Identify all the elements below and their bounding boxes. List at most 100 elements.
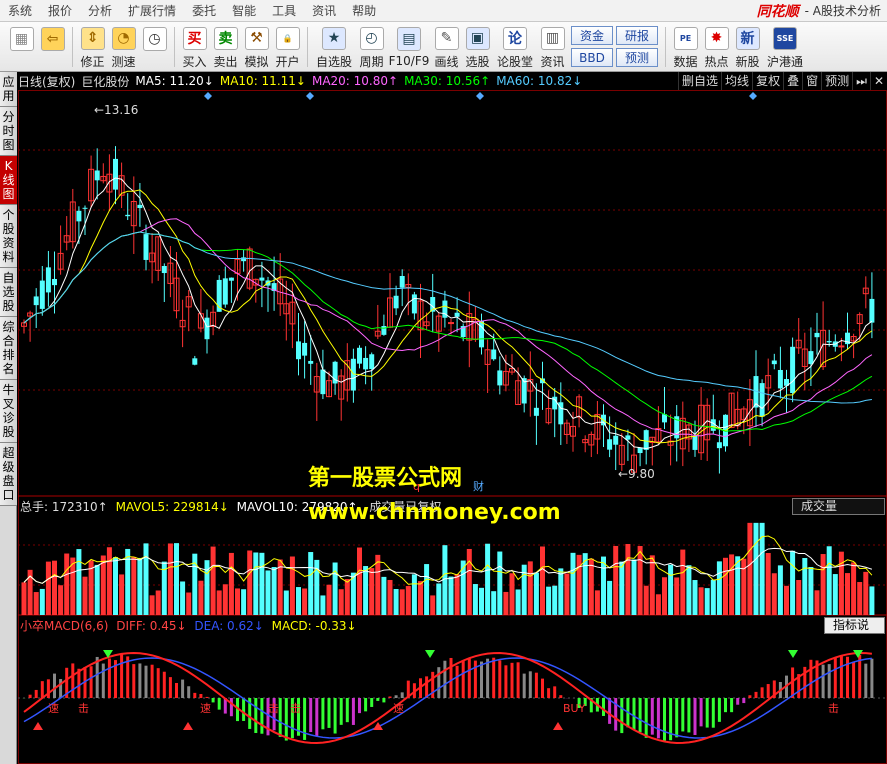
menu-item-2[interactable]: 分析 xyxy=(80,0,120,22)
chart-right-button-2[interactable]: 复权 xyxy=(752,72,783,90)
side-tab-3[interactable]: 个股资料 xyxy=(0,205,17,268)
toolbar-button-1[interactable]: ⇦ xyxy=(37,24,68,70)
candle-down xyxy=(94,170,100,181)
chart-right-button-6[interactable]: ⏭ xyxy=(852,72,870,90)
macd-bar xyxy=(449,657,453,698)
toolbar-button-17[interactable]: ✸ 热点 xyxy=(701,24,732,70)
chart-right-button-0[interactable]: 删自选 xyxy=(678,72,721,90)
volume-bar xyxy=(119,574,125,615)
volume-bar xyxy=(436,583,442,615)
side-tab-1[interactable]: 分时图 xyxy=(0,107,17,156)
menu-item-5[interactable]: 智能 xyxy=(224,0,264,22)
volume-bar xyxy=(863,571,869,615)
volume-bar xyxy=(594,590,600,615)
toolbar-button-4[interactable]: ◷ xyxy=(139,24,170,70)
chart-right-button-7[interactable]: ✕ xyxy=(869,72,887,90)
menu-item-6[interactable]: 工具 xyxy=(264,0,304,22)
side-tab-2[interactable]: K线图 xyxy=(0,156,17,205)
macd-bar xyxy=(461,660,465,698)
toolbar-button-18[interactable]: 新新股 xyxy=(732,24,763,70)
macd-bar xyxy=(175,683,178,698)
menu-item-4[interactable]: 委托 xyxy=(184,0,224,22)
indicator-help-button[interactable]: 指标说明 xyxy=(824,617,885,647)
toolbar-button-14[interactable]: 论论股堂 xyxy=(493,24,537,70)
volume-bar xyxy=(479,587,484,615)
macd-bar xyxy=(95,656,99,698)
chart-right-button-1[interactable]: 均线 xyxy=(721,72,752,90)
volume-bar xyxy=(167,543,173,615)
menu-item-3[interactable]: 扩展行情 xyxy=(120,0,184,22)
toolbar-button-6[interactable]: 卖卖出 xyxy=(210,24,241,70)
toolbar-button-7[interactable]: ⚒ 模拟 xyxy=(241,24,272,70)
volume-bar xyxy=(210,546,216,615)
sell-arrow-icon xyxy=(425,650,435,658)
ma-label-2: MA20: 10.80↑ xyxy=(311,74,399,88)
toolbar-button-13[interactable]: ▣ 选股 xyxy=(462,24,493,70)
toolbar-button-2[interactable]: ⇕ 修正 xyxy=(77,24,108,70)
side-tab-5[interactable]: 综合排名 xyxy=(0,317,17,380)
toolbar-box-资金[interactable]: 资金 xyxy=(571,26,613,45)
toolbar-button-16[interactable]: PE 数据 xyxy=(670,24,701,70)
volume-bar xyxy=(363,566,369,615)
toolbar-button-12[interactable]: ✎ 画线 xyxy=(431,24,462,70)
macd-diff: DIFF: 0.45↓ xyxy=(116,619,187,633)
macd-bar xyxy=(864,663,868,698)
kline-chart[interactable]: ←13.16←9.80q 财速击速击击速 BUY 击 xyxy=(18,90,887,764)
side-tab-4[interactable]: 自选股 xyxy=(0,268,17,317)
toolbar-button-0[interactable]: ▦ xyxy=(6,24,37,70)
toolbar-button-9[interactable]: ★ 自选股 xyxy=(312,24,356,70)
star-icon: ★ xyxy=(322,26,346,50)
hkex-icon: SSE xyxy=(773,26,797,50)
volume-bar xyxy=(216,590,222,615)
volume-bar xyxy=(381,576,387,615)
menu-item-0[interactable]: 系统 xyxy=(0,0,40,22)
sell-arrow-icon xyxy=(788,650,798,658)
toolbar-button-5[interactable]: 买买入 xyxy=(179,24,210,70)
candle-down xyxy=(33,296,39,306)
hammer-icon: ⚒ xyxy=(244,26,269,50)
macd-bar xyxy=(632,698,636,730)
volume-bar xyxy=(601,556,606,615)
toolbar-button-11[interactable]: ▤ F10/F9 xyxy=(387,24,431,70)
toolbar-button-8[interactable]: 🔒 开户 xyxy=(272,24,303,70)
volume-selector[interactable]: 成交量 xyxy=(792,498,885,515)
volume-bar xyxy=(832,574,838,615)
macd-name: 小卒MACD(6,6) xyxy=(20,619,109,633)
toolbar-box-研报[interactable]: 研报 xyxy=(616,26,658,45)
period-label[interactable]: 日线(复权) xyxy=(18,73,75,90)
toolbar-box-BBD[interactable]: BBD xyxy=(571,48,613,67)
menu-item-8[interactable]: 帮助 xyxy=(344,0,384,22)
toolbar-button-19[interactable]: SSE 沪港通 xyxy=(763,24,807,70)
ma-label-4: MA60: 10.82↓ xyxy=(496,74,583,88)
menu-item-7[interactable]: 资讯 xyxy=(304,0,344,22)
chart-right-button-5[interactable]: 预测 xyxy=(821,72,852,90)
candle-down xyxy=(39,280,45,309)
volume-bar xyxy=(283,590,289,615)
chart-right-button-4[interactable]: 窗 xyxy=(802,72,821,90)
toolbar-separator xyxy=(174,26,175,67)
toolbar-box-预测[interactable]: 预测 xyxy=(616,48,658,67)
toolbar-box-group: 资金 研报 BBD 预测 xyxy=(571,26,658,67)
toolbar-button-3[interactable]: ◔ 测速 xyxy=(108,24,139,70)
clock-icon: ◷ xyxy=(142,26,167,51)
volume-bar xyxy=(76,549,82,615)
macd-bar xyxy=(53,673,56,698)
ma-label-1: MA10: 11.11↓ xyxy=(219,74,306,88)
macd-bar xyxy=(760,687,764,698)
macd-bar xyxy=(284,698,288,741)
side-tab-0[interactable]: 应用 xyxy=(0,72,17,107)
toolbar-button-15[interactable]: ▥ 资讯 xyxy=(537,24,568,70)
chart-area[interactable]: ←13.16 ←9.80 q 财速击速击击速 BUY 击 总手: 172310↑ MAVO… xyxy=(18,90,887,764)
volume-bar xyxy=(302,588,308,615)
toolbar-button-10[interactable]: ◴ 周期 xyxy=(356,24,387,70)
buy-arrow-icon xyxy=(373,722,383,730)
macd-bar xyxy=(278,698,282,737)
side-tab-6[interactable]: 牛叉诊股 xyxy=(0,380,17,443)
macd-bar xyxy=(687,698,691,733)
volume-bar xyxy=(82,576,88,615)
menu-item-1[interactable]: 报价 xyxy=(40,0,80,22)
volume-bar xyxy=(564,573,570,615)
side-tab-7[interactable]: 超级盘口 xyxy=(0,443,17,506)
chart-right-button-3[interactable]: 叠 xyxy=(783,72,802,90)
macd-bar xyxy=(766,684,770,698)
